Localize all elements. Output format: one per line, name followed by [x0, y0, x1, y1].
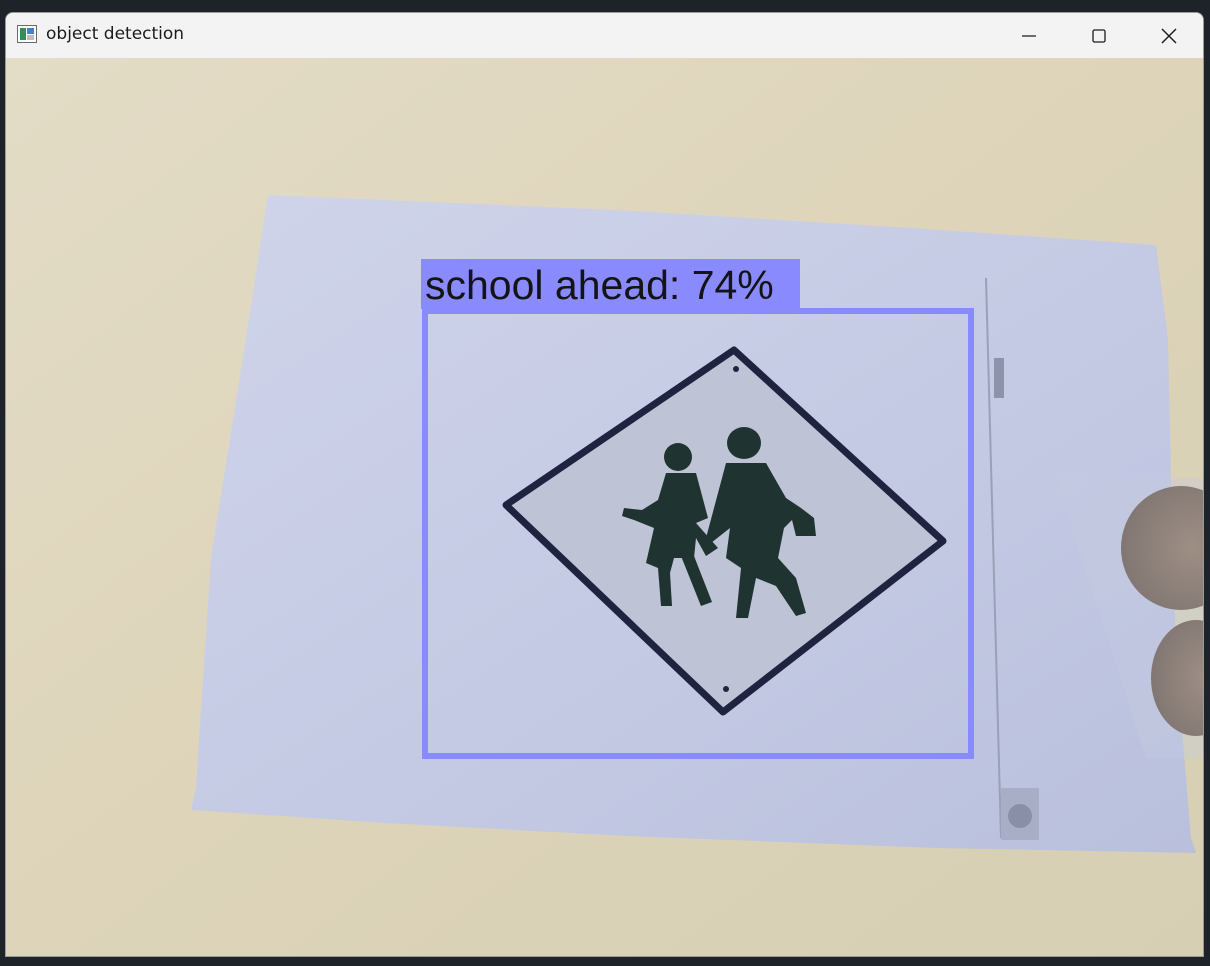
- maximize-icon: [1092, 28, 1106, 43]
- minimize-button[interactable]: [994, 13, 1064, 58]
- close-button[interactable]: [1134, 13, 1203, 58]
- app-window-icon: [17, 25, 37, 43]
- close-icon: [1161, 28, 1177, 43]
- paper-margin-text: [994, 358, 1004, 398]
- app-window: object detection school ahead: 74%: [5, 12, 1204, 957]
- detection-bounding-box: [422, 308, 974, 759]
- maximize-button[interactable]: [1064, 13, 1134, 58]
- window-title: object detection: [46, 24, 185, 44]
- detection-label: school ahead: 74%: [425, 262, 774, 308]
- paper-footer-seal: [1008, 804, 1032, 828]
- minimize-icon: [1022, 34, 1036, 37]
- camera-view: school ahead: 74%: [6, 58, 1203, 956]
- title-bar[interactable]: object detection: [6, 13, 1203, 58]
